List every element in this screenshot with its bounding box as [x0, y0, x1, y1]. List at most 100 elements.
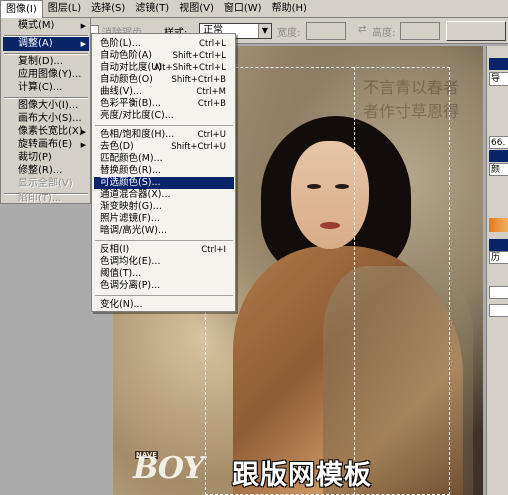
- menu-item-label: 色调分离(P)...: [100, 280, 161, 291]
- selection-marquee-divider: [354, 67, 355, 495]
- adjust-match-color[interactable]: 匹配颜色(M)...: [94, 153, 234, 165]
- menu-item-label: 调整(A): [18, 38, 53, 49]
- menu-item-label: 自动颜色(O): [100, 74, 153, 85]
- adjust-posterize[interactable]: 色调分离(P)...: [94, 280, 234, 292]
- menu-item-label: 照片滤镜(F)...: [100, 213, 160, 224]
- adjust-shadow-highlight[interactable]: 暗调/高光(W)...: [94, 225, 234, 237]
- menu-item-label: 自动对比度(U): [100, 62, 162, 73]
- image-menu-image-size[interactable]: 图像大小(I)...: [3, 99, 89, 113]
- menu-item-label: 可选颜色(S)...: [100, 177, 161, 188]
- menu-layer[interactable]: 图层(L): [43, 0, 86, 18]
- width-label: 宽度:: [277, 28, 301, 39]
- history-item[interactable]: [489, 304, 508, 317]
- zoom-field[interactable]: 66.: [489, 136, 508, 149]
- menu-item-shortcut: Shift+Ctrl+L: [172, 51, 226, 61]
- menu-separator: [95, 125, 233, 126]
- adjust-photo-filter[interactable]: 照片滤镜(F)...: [94, 213, 234, 225]
- adjust-selective-color[interactable]: 可选颜色(S)...: [94, 177, 234, 189]
- image-menu-adjust[interactable]: 调整(A) ▶: [3, 37, 89, 51]
- swap-icon: ⇄: [358, 24, 367, 35]
- menu-item-label: 旋转画布(E): [18, 139, 73, 150]
- menu-help[interactable]: 帮助(H): [267, 0, 312, 18]
- menu-item-shortcut: Ctrl+B: [197, 99, 226, 109]
- menu-item-label: 模式(M): [18, 20, 55, 31]
- menu-item-shortcut: Alt+Shift+Ctrl+L: [153, 63, 226, 73]
- adjust-brightness-contrast[interactable]: 亮度/对比度(C)...: [94, 110, 234, 122]
- right-palettes: 导 66. 颜 历: [486, 46, 508, 495]
- image-menu-canvas-size[interactable]: 画布大小(S)...: [3, 112, 89, 126]
- watermark-text: 跟版网模板: [232, 460, 372, 491]
- menu-filter[interactable]: 滤镜(T): [130, 0, 174, 18]
- image-menu-trim[interactable]: 修整(R)...: [3, 164, 89, 178]
- image-menu-apply-image[interactable]: 应用图像(Y)...: [3, 68, 89, 82]
- adjust-threshold[interactable]: 阈值(T)...: [94, 268, 234, 280]
- history-titlebar[interactable]: [489, 239, 508, 251]
- menu-item-label: 色相/饱和度(H)...: [100, 129, 175, 140]
- menu-item-shortcut: Shift+Ctrl+B: [171, 75, 226, 85]
- adjust-curves[interactable]: 曲线(V)... Ctrl+M: [94, 86, 234, 98]
- image-menu-trap: 陷印(T)...: [18, 193, 62, 204]
- menu-item-label: 渐变映射(G)...: [100, 201, 162, 212]
- adjust-channel-mixer[interactable]: 通道混合器(X)...: [94, 189, 234, 201]
- adjust-auto-levels[interactable]: 自动色阶(A) Shift+Ctrl+L: [94, 50, 234, 62]
- adjust-desaturate[interactable]: 去色(D) Shift+Ctrl+U: [94, 141, 234, 153]
- image-menu-duplicate[interactable]: 复制(D)...: [3, 55, 89, 69]
- submenu-arrow-icon: ▶: [80, 40, 86, 48]
- adjust-variations[interactable]: 变化(N)...: [94, 299, 234, 311]
- palette-well[interactable]: [446, 21, 506, 41]
- menu-window[interactable]: 窗口(W): [219, 0, 267, 18]
- color-tab[interactable]: 颜: [489, 163, 508, 176]
- image-menu-rotate-canvas[interactable]: 旋转画布(E) ▶: [3, 138, 89, 152]
- adjust-auto-color[interactable]: 自动颜色(O) Shift+Ctrl+B: [94, 74, 234, 86]
- adjust-invert[interactable]: 反相(I) Ctrl+I: [94, 244, 234, 256]
- adjust-hue-saturation[interactable]: 色相/饱和度(H)... Ctrl+U: [94, 129, 234, 141]
- menu-item-label: 亮度/对比度(C)...: [100, 110, 174, 121]
- menu-item-label: 暗调/高光(W)...: [100, 225, 168, 236]
- menu-item-label: 色阶(L)...: [100, 38, 141, 49]
- height-field[interactable]: [400, 22, 440, 40]
- image-menu: 模式(M) ▶ 调整(A) ▶ 复制(D)... 应用图像(Y)... 计算(C).…: [0, 18, 91, 204]
- menu-item-shortcut: Ctrl+U: [197, 130, 226, 140]
- menu-select[interactable]: 选择(S): [86, 0, 130, 18]
- adjust-replace-color[interactable]: 替换颜色(R)...: [94, 165, 234, 177]
- image-menu-reveal-all: 显示全部(V): [18, 178, 73, 189]
- menu-item-label: 变化(N)...: [100, 299, 143, 310]
- menu-item-shortcut: Shift+Ctrl+U: [171, 142, 226, 152]
- menu-item-label: 像素长宽比(X): [18, 126, 83, 137]
- navigator-tab[interactable]: 导: [489, 72, 508, 86]
- history-item[interactable]: [489, 286, 508, 299]
- submenu-arrow-icon: ▶: [80, 22, 86, 30]
- submenu-arrow-icon: ▶: [80, 128, 86, 136]
- menu-item-label: 通道混合器(X)...: [100, 189, 171, 200]
- color-titlebar[interactable]: [489, 150, 508, 162]
- menu-separator: [95, 240, 233, 241]
- menu-bar: 图像(I) 图层(L) 选择(S) 滤镜(T) 视图(V) 窗口(W) 帮助(H…: [0, 0, 508, 18]
- color-ramp[interactable]: [489, 218, 508, 232]
- menu-image[interactable]: 图像(I): [0, 0, 43, 18]
- menu-separator: [95, 295, 233, 296]
- submenu-arrow-icon: ▶: [80, 141, 86, 149]
- adjust-levels[interactable]: 色阶(L)... Ctrl+L: [94, 38, 234, 50]
- navigator-titlebar[interactable]: [489, 58, 508, 70]
- width-field[interactable]: [306, 22, 346, 40]
- menu-item-shortcut: Ctrl+I: [201, 245, 226, 255]
- image-menu-mode[interactable]: 模式(M) ▶: [3, 19, 89, 33]
- height-label: 高度:: [372, 28, 396, 39]
- menu-item-label: 色彩平衡(B)...: [100, 98, 161, 109]
- history-tab[interactable]: 历: [489, 251, 508, 264]
- menu-item-shortcut: Ctrl+M: [196, 87, 226, 97]
- image-menu-pixel-aspect[interactable]: 像素长宽比(X) ▶: [3, 125, 89, 139]
- menu-item-label: 去色(D): [100, 141, 134, 152]
- logo-text: BOY: [133, 451, 204, 486]
- menu-item-label: 色调均化(E)...: [100, 256, 161, 267]
- adjust-gradient-map[interactable]: 渐变映射(G)...: [94, 201, 234, 213]
- menu-view[interactable]: 视图(V): [174, 0, 219, 18]
- menu-item-shortcut: Ctrl+L: [199, 39, 226, 49]
- image-menu-calculations[interactable]: 计算(C)...: [3, 81, 89, 95]
- adjust-color-balance[interactable]: 色彩平衡(B)... Ctrl+B: [94, 98, 234, 110]
- adjust-equalize[interactable]: 色调均化(E)...: [94, 256, 234, 268]
- selection-marquee[interactable]: [205, 67, 450, 495]
- adjust-auto-contrast[interactable]: 自动对比度(U) Alt+Shift+Ctrl+L: [94, 62, 234, 74]
- menu-item-label: 曲线(V)...: [100, 86, 142, 97]
- image-menu-crop[interactable]: 裁切(P): [3, 151, 89, 165]
